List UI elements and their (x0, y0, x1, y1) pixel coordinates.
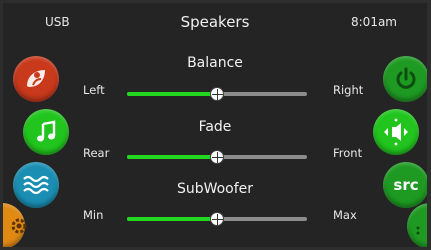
balance-slider-fill (127, 92, 217, 96)
subwoofer-title: SubWoofer (176, 181, 254, 197)
fade-slider-fill (127, 155, 217, 159)
fade-left-label: Rear (83, 146, 110, 160)
chevron-down-icon (413, 225, 423, 235)
gear-icon (10, 217, 28, 235)
balance-left-label: Left (83, 83, 105, 97)
fade-title: Fade (198, 119, 232, 135)
scroll-down-button[interactable] (407, 203, 427, 247)
subwoofer-slider-thumb[interactable] (210, 212, 224, 226)
balance-right-label: Right (333, 83, 364, 97)
fade-slider-thumb[interactable] (210, 150, 224, 164)
subwoofer-slider[interactable] (127, 212, 307, 226)
subwoofer-right-label: Max (333, 208, 357, 222)
fade-slider[interactable] (127, 150, 307, 164)
subwoofer-slider-fill (127, 217, 217, 221)
balance-title: Balance (187, 55, 243, 71)
balance-slider-thumb[interactable] (210, 87, 224, 101)
balance-slider[interactable] (127, 87, 307, 101)
speakers-screen: USB Speakers 8:01am src Balance Left Rig… (3, 3, 427, 247)
fade-right-label: Front (333, 146, 363, 160)
left-button-settings[interactable] (3, 203, 28, 247)
subwoofer-left-label: Min (83, 208, 104, 222)
clock: 8:01am (351, 15, 397, 29)
